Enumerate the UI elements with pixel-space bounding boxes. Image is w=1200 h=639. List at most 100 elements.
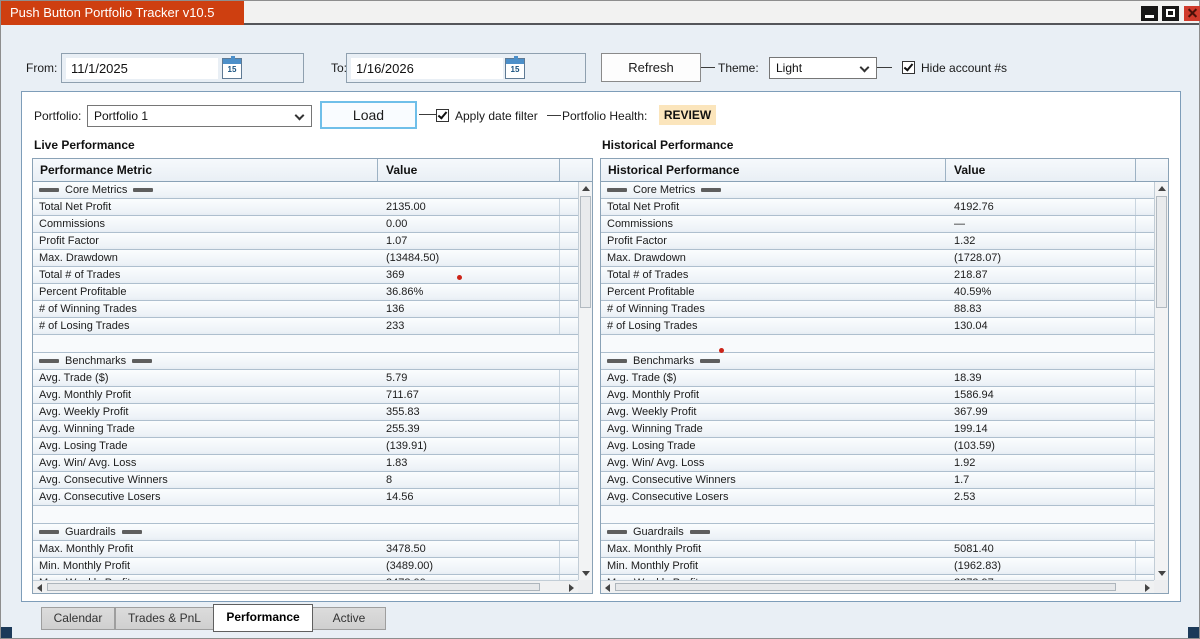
table-row[interactable]: # of Winning Trades 88.83: [601, 301, 1154, 318]
row-tail: [1136, 438, 1154, 454]
column-header-value[interactable]: Value: [378, 159, 560, 181]
table-row[interactable]: Max. Monthly Profit 3478.50: [33, 541, 578, 558]
table-row[interactable]: Total # of Trades 369: [33, 267, 578, 284]
connector-line: [547, 115, 561, 116]
table-row[interactable]: Total # of Trades 218.87: [601, 267, 1154, 284]
connector-line: [419, 114, 436, 115]
table-row[interactable]: Profit Factor 1.07: [33, 233, 578, 250]
table-row[interactable]: Avg. Weekly Profit 355.83: [33, 404, 578, 421]
table-row[interactable]: Avg. Losing Trade (103.59): [601, 438, 1154, 455]
hide-accounts-checkbox[interactable]: [902, 61, 915, 74]
table-row[interactable]: Avg. Monthly Profit 711.67: [33, 387, 578, 404]
table-row[interactable]: Max. Drawdown (13484.50): [33, 250, 578, 267]
table-row[interactable]: Total Net Profit 2135.00: [33, 199, 578, 216]
table-row[interactable]: Avg. Consecutive Winners 8: [33, 472, 578, 489]
table-row[interactable]: Avg. Consecutive Losers 14.56: [33, 489, 578, 506]
table-row[interactable]: Avg. Win/ Avg. Loss 1.83: [33, 455, 578, 472]
section-dash: [607, 188, 627, 192]
metric-label: # of Winning Trades: [39, 303, 137, 315]
scrollbar-thumb[interactable]: [615, 583, 1116, 591]
row-tail: [1136, 318, 1154, 334]
table-row[interactable]: Avg. Consecutive Winners 1.7: [601, 472, 1154, 489]
refresh-button[interactable]: Refresh: [601, 53, 701, 82]
row-tail: [560, 370, 578, 386]
row-tail: [1136, 558, 1154, 574]
table-section-row: Guardrails: [601, 524, 1154, 541]
scrollbar-thumb[interactable]: [1156, 196, 1167, 308]
apply-filter-checkbox[interactable]: [436, 109, 449, 122]
tab-active[interactable]: Active: [312, 607, 386, 630]
tab-performance[interactable]: Performance: [213, 604, 313, 632]
row-tail: [1136, 472, 1154, 488]
table-row[interactable]: Avg. Consecutive Losers 2.53: [601, 489, 1154, 506]
scroll-down-icon[interactable]: [582, 571, 590, 576]
scroll-left-icon[interactable]: [37, 584, 42, 592]
metric-value: (103.59): [946, 438, 1136, 454]
column-header-metric[interactable]: Performance Metric: [33, 159, 378, 181]
table-row[interactable]: # of Winning Trades 136: [33, 301, 578, 318]
live-table-body: Core Metrics Total Net Profit 2135.00 Commi…: [33, 182, 578, 580]
app-title: Push Button Portfolio Tracker v10.5: [1, 1, 244, 25]
vertical-scrollbar[interactable]: [1154, 182, 1168, 580]
load-button[interactable]: Load: [320, 101, 417, 129]
tab-trades-pnl[interactable]: Trades & PnL: [115, 607, 214, 630]
scroll-right-icon[interactable]: [1145, 584, 1150, 592]
horizontal-scrollbar[interactable]: [33, 580, 578, 593]
table-row[interactable]: Max. Drawdown (1728.07): [601, 250, 1154, 267]
table-row[interactable]: Profit Factor 1.32: [601, 233, 1154, 250]
table-row[interactable]: Commissions 0.00: [33, 216, 578, 233]
table-row[interactable]: Min. Monthly Profit (1962.83): [601, 558, 1154, 575]
table-row[interactable]: # of Losing Trades 130.04: [601, 318, 1154, 335]
from-date-input[interactable]: [66, 58, 218, 79]
table-row[interactable]: Percent Profitable 40.59%: [601, 284, 1154, 301]
to-date-input[interactable]: [351, 58, 503, 79]
minimize-icon: [1145, 15, 1154, 18]
table-row[interactable]: Avg. Win/ Avg. Loss 1.92: [601, 455, 1154, 472]
close-button[interactable]: [1184, 6, 1200, 21]
metric-value: 367.99: [946, 404, 1136, 420]
minimize-button[interactable]: [1141, 6, 1158, 21]
table-row[interactable]: Commissions —: [601, 216, 1154, 233]
table-spacer-row: [33, 335, 578, 353]
scroll-right-icon[interactable]: [569, 584, 574, 592]
row-tail: [560, 541, 578, 557]
scrollbar-thumb[interactable]: [47, 583, 540, 591]
red-dot-marker: [719, 348, 724, 353]
metric-value: 255.39: [378, 421, 560, 437]
metric-label: Profit Factor: [39, 235, 99, 247]
portfolio-select[interactable]: Portfolio 1: [87, 105, 312, 127]
scroll-up-icon[interactable]: [1158, 186, 1166, 191]
scroll-down-icon[interactable]: [1158, 571, 1166, 576]
maximize-button[interactable]: [1162, 6, 1179, 21]
table-row[interactable]: # of Losing Trades 233: [33, 318, 578, 335]
window-corner-decoration: [1188, 627, 1199, 638]
table-row[interactable]: Avg. Weekly Profit 367.99: [601, 404, 1154, 421]
metric-label: Avg. Consecutive Losers: [607, 491, 729, 503]
column-header-value[interactable]: Value: [946, 159, 1136, 181]
scrollbar-corner: [578, 580, 592, 593]
scroll-up-icon[interactable]: [582, 186, 590, 191]
metric-label: Max. Drawdown: [607, 252, 686, 264]
scroll-left-icon[interactable]: [605, 584, 610, 592]
theme-select[interactable]: Light: [769, 57, 877, 79]
table-row[interactable]: Min. Monthly Profit (3489.00): [33, 558, 578, 575]
calendar-icon[interactable]: 15: [505, 56, 525, 79]
horizontal-scrollbar[interactable]: [601, 580, 1154, 593]
table-row[interactable]: Avg. Trade ($) 18.39: [601, 370, 1154, 387]
scrollbar-thumb[interactable]: [580, 196, 591, 308]
checkmark-icon: [903, 61, 914, 72]
column-header-metric[interactable]: Historical Performance: [601, 159, 946, 181]
table-row[interactable]: Avg. Monthly Profit 1586.94: [601, 387, 1154, 404]
table-row[interactable]: Avg. Winning Trade 255.39: [33, 421, 578, 438]
table-row[interactable]: Percent Profitable 36.86%: [33, 284, 578, 301]
table-row[interactable]: Max. Monthly Profit 5081.40: [601, 541, 1154, 558]
vertical-scrollbar[interactable]: [578, 182, 592, 580]
metric-value: 1.92: [946, 455, 1136, 471]
metric-label: Avg. Monthly Profit: [607, 389, 700, 401]
table-row[interactable]: Total Net Profit 4192.76: [601, 199, 1154, 216]
table-row[interactable]: Avg. Winning Trade 199.14: [601, 421, 1154, 438]
tab-calendar[interactable]: Calendar: [41, 607, 115, 630]
calendar-icon[interactable]: 15: [222, 56, 242, 79]
table-row[interactable]: Avg. Trade ($) 5.79: [33, 370, 578, 387]
table-row[interactable]: Avg. Losing Trade (139.91): [33, 438, 578, 455]
